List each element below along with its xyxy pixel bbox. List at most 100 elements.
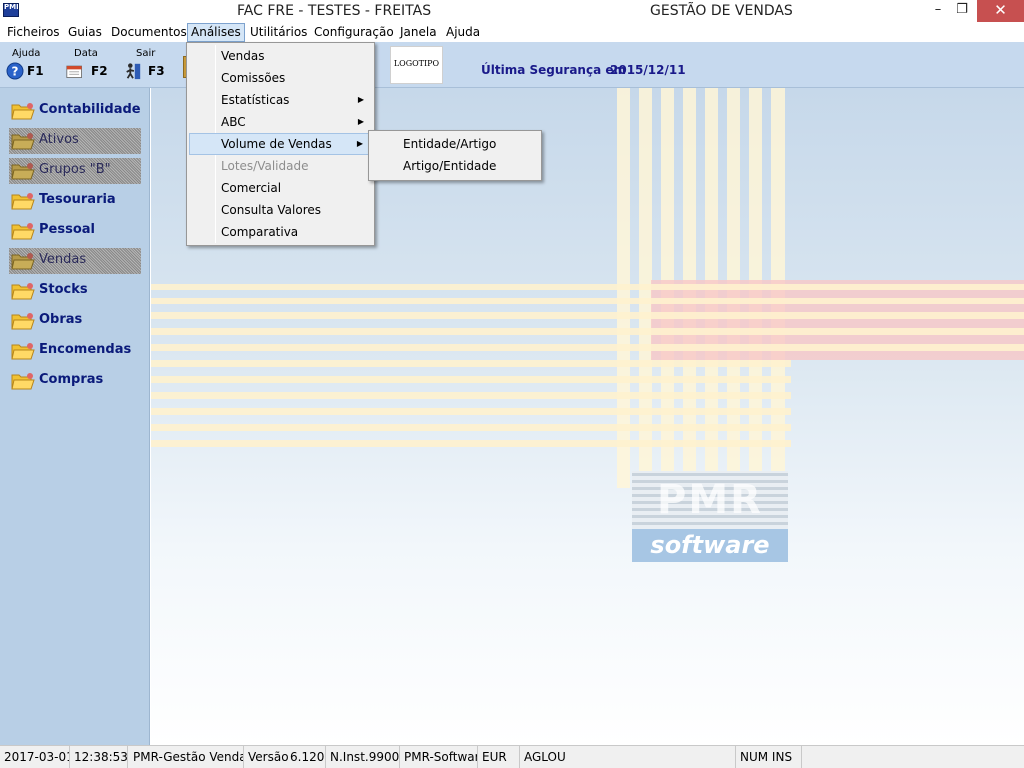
menu-item-vendas[interactable]: Vendas — [189, 45, 372, 67]
status-app: PMR-Gestão Vendas — [128, 746, 244, 768]
status-instance: N.Inst.99000 — [326, 746, 400, 768]
status-bar: 2017-03-01 12:38:53 PMR-Gestão Vendas Ve… — [0, 745, 1024, 768]
menu-configuracao[interactable]: Configuração — [312, 24, 396, 42]
folder-icon — [11, 373, 35, 390]
toolbar: Ajuda ? F1 Data F2 Sair F3 LOGOTIPO Últi… — [0, 42, 1024, 88]
close-icon: ✕ — [994, 1, 1007, 19]
volume-de-vendas-submenu: Entidade/Artigo Artigo/Entidade — [368, 130, 542, 181]
sidebar-item-label: Vendas — [39, 252, 87, 267]
window-title: FAC FRE - TESTES - FREITAS — [237, 3, 432, 19]
sidebar-item-compras[interactable]: Compras — [9, 368, 141, 394]
help-tool-key: F1 — [27, 64, 44, 78]
status-empty — [802, 746, 1024, 768]
folder-icon — [11, 103, 35, 120]
status-version-label: Versão — [248, 750, 288, 764]
last-backup-date: 2015/12/11 — [610, 63, 686, 77]
exit-tool-label: Sair — [136, 48, 156, 59]
restore-button[interactable]: ❐ — [946, 0, 978, 22]
exit-person-icon — [126, 63, 141, 80]
menu-item-label: Artigo/Entidade — [403, 159, 497, 173]
folder-icon — [11, 343, 35, 360]
help-tool-button[interactable]: Ajuda ? F1 — [4, 46, 54, 84]
menu-item-comercial[interactable]: Comercial — [189, 177, 372, 199]
calendar-icon — [66, 65, 82, 78]
date-tool-button[interactable]: Data F2 — [64, 46, 114, 84]
menu-ficheiros[interactable]: Ficheiros — [5, 24, 62, 42]
menu-item-label: Estatísticas — [221, 93, 290, 107]
sidebar-item-label: Compras — [39, 372, 104, 387]
folder-icon — [11, 313, 35, 330]
status-user: AGLOU — [520, 746, 736, 768]
sidebar-item-grupos-b: Grupos "B" — [9, 158, 141, 184]
menu-item-consulta-valores[interactable]: Consulta Valores — [189, 199, 372, 221]
app-icon-text: PMR — [4, 3, 18, 11]
menu-item-label: Comparativa — [221, 225, 299, 239]
menu-bar: Ficheiros Guias Documentos Análises Util… — [0, 22, 1024, 42]
status-time: 12:38:53 — [70, 746, 128, 768]
sidebar-item-label: Stocks — [39, 282, 88, 297]
status-version: 6.120 — [286, 746, 326, 768]
menu-item-label: ABC — [221, 115, 246, 129]
menu-guias[interactable]: Guias — [66, 24, 104, 42]
menu-analises[interactable]: Análises — [187, 23, 245, 42]
menu-item-label: Entidade/Artigo — [403, 137, 497, 151]
company-logo: LOGOTIPO — [390, 46, 443, 84]
menu-item-estatisticas[interactable]: Estatísticas ▶ — [189, 89, 372, 111]
menu-documentos[interactable]: Documentos — [109, 24, 189, 42]
sidebar-item-label: Contabilidade — [39, 102, 141, 117]
sidebar-item-tesouraria[interactable]: Tesouraria — [9, 188, 141, 214]
sidebar-item-stocks[interactable]: Stocks — [9, 278, 141, 304]
menu-item-label: Volume de Vendas — [221, 137, 332, 151]
sidebar-item-label: Obras — [39, 312, 83, 327]
sidebar-item-encomendas[interactable]: Encomendas — [9, 338, 141, 364]
menu-item-entidade-artigo[interactable]: Entidade/Artigo — [371, 133, 539, 155]
sidebar-item-ativos: Ativos — [9, 128, 141, 154]
last-backup-label: Última Segurança em — [481, 63, 626, 77]
restore-icon: ❐ — [956, 2, 968, 17]
folder-icon — [11, 223, 35, 240]
analises-dropdown: Vendas Comissões Estatísticas ▶ ABC ▶ Volu… — [186, 42, 375, 246]
menu-utilitarios[interactable]: Utilitários — [248, 24, 309, 42]
help-tool-label: Ajuda — [12, 48, 41, 59]
sidebar-item-label: Pessoal — [39, 222, 95, 237]
svg-text:?: ? — [12, 65, 19, 79]
help-icon: ? — [6, 62, 24, 80]
menu-item-abc[interactable]: ABC ▶ — [189, 111, 372, 133]
menu-item-artigo-entidade[interactable]: Artigo/Entidade — [371, 155, 539, 177]
submenu-arrow-icon: ▶ — [356, 139, 363, 148]
folder-icon — [11, 133, 35, 150]
menu-item-label: Consulta Valores — [221, 203, 322, 217]
submenu-arrow-icon: ▶ — [357, 95, 364, 104]
sidebar-item-vendas: Vendas — [9, 248, 141, 274]
menu-item-label: Lotes/Validade — [221, 159, 309, 173]
exit-tool-key: F3 — [148, 64, 165, 78]
module-title: GESTÃO DE VENDAS — [650, 3, 793, 19]
menu-item-label: Comercial — [221, 181, 282, 195]
menu-item-label: Comissões — [221, 71, 286, 85]
folder-icon — [11, 253, 35, 270]
menu-item-label: Vendas — [221, 49, 265, 63]
status-vendor: PMR-Softwar — [400, 746, 478, 768]
menu-ajuda[interactable]: Ajuda — [444, 24, 482, 42]
sidebar: Contabilidade Ativos Grupos "B" Tesourar… — [0, 88, 150, 745]
sidebar-item-label: Tesouraria — [39, 192, 116, 207]
sidebar-item-obras[interactable]: Obras — [9, 308, 141, 334]
sidebar-item-label: Encomendas — [39, 342, 132, 357]
sidebar-item-contabilidade[interactable]: Contabilidade — [9, 98, 141, 124]
status-date: 2017-03-01 — [0, 746, 70, 768]
sidebar-item-pessoal[interactable]: Pessoal — [9, 218, 141, 244]
status-keys: NUM INS — [736, 746, 802, 768]
menu-item-comissoes[interactable]: Comissões — [189, 67, 372, 89]
menu-janela[interactable]: Janela — [398, 24, 439, 42]
pmr-logo-text: PMR — [657, 477, 763, 523]
exit-tool-button[interactable]: Sair F3 — [124, 46, 174, 84]
menu-item-comparativa[interactable]: Comparativa — [189, 221, 372, 243]
folder-icon — [11, 193, 35, 210]
menu-item-lotes-validade: Lotes/Validade — [189, 155, 372, 177]
app-icon[interactable]: PMR — [3, 3, 19, 17]
menu-item-volume-de-vendas[interactable]: Volume de Vendas ▶ — [189, 133, 372, 155]
sidebar-item-label: Ativos — [39, 132, 79, 147]
date-tool-key: F2 — [91, 64, 108, 78]
title-bar: PMR FAC FRE - TESTES - FREITAS GESTÃO DE… — [0, 0, 1024, 22]
close-button[interactable]: ✕ — [977, 0, 1024, 22]
